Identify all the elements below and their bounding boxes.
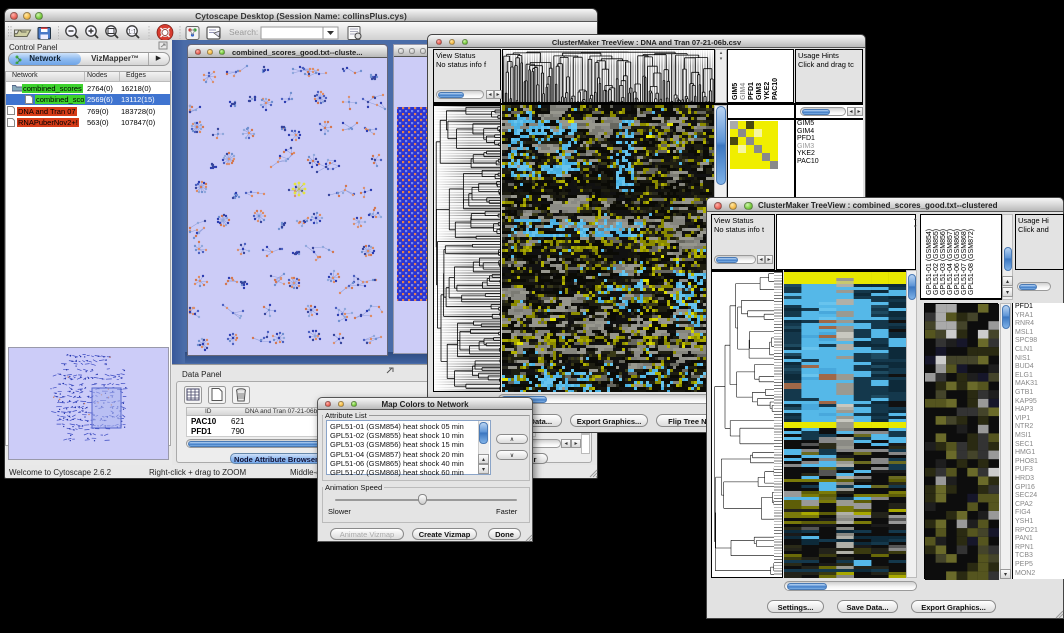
svg-text:GPL51-03 (GSM856): GPL51-03 (GSM856): [940, 229, 947, 295]
svg-text:GPL51-08 (GSM872): GPL51-08 (GSM872): [968, 229, 975, 295]
svg-text:GIM5: GIM5: [732, 83, 739, 100]
svg-text:GPL51-01 (GSM854): GPL51-01 (GSM854): [926, 229, 933, 295]
svg-text:PFD1: PFD1: [748, 82, 755, 100]
svg-text:GPL51-06 (GSM865): GPL51-06 (GSM865): [954, 229, 961, 295]
svg-text:Search:: Search:: [229, 27, 258, 37]
svg-text:GPL51-04 (GSM857): GPL51-04 (GSM857): [947, 229, 954, 295]
svg-text:1:1: 1:1: [128, 30, 137, 36]
svg-text:PAC10: PAC10: [772, 78, 779, 100]
svg-text:GIM4: GIM4: [740, 83, 747, 100]
svg-text:YKE2: YKE2: [764, 82, 771, 100]
svg-text:GIM3: GIM3: [756, 83, 763, 100]
svg-text:GPL51-02 (GSM855): GPL51-02 (GSM855): [933, 229, 940, 295]
svg-text:GPL51-07 (GSM868): GPL51-07 (GSM868): [961, 229, 968, 295]
